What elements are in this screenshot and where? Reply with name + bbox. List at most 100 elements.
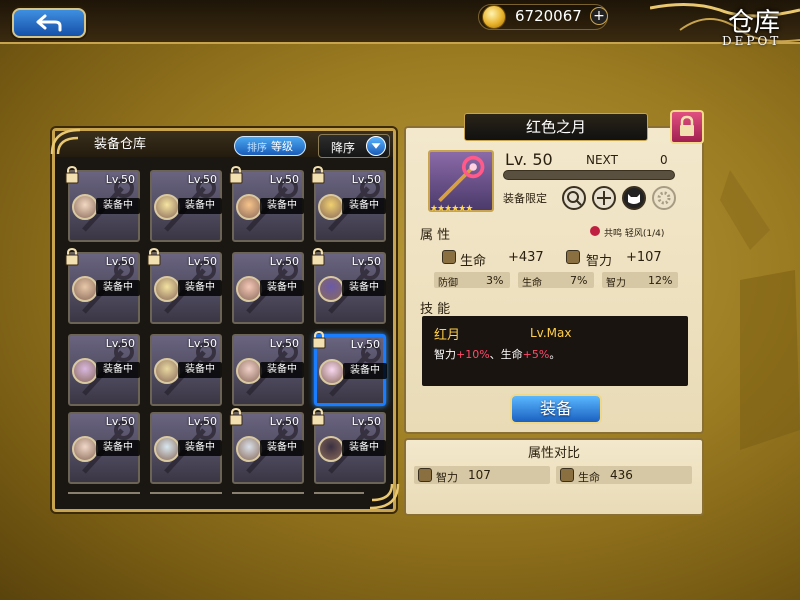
- equipment-slot[interactable]: Lv.50 装备中: [150, 412, 222, 484]
- equipment-slot[interactable]: Lv.50 装备中: [229, 166, 304, 242]
- equipment-slot[interactable]: Lv.50 装备中: [65, 248, 140, 324]
- page-subtitle: DEPOT: [722, 34, 782, 48]
- int-value: +107: [626, 250, 662, 265]
- equipment-slot[interactable]: Lv.50 装备中: [232, 334, 304, 406]
- lock-button[interactable]: [670, 110, 704, 144]
- weapon-icon: [428, 150, 494, 212]
- slot-level: Lv.50: [105, 337, 135, 350]
- back-button[interactable]: [12, 8, 86, 38]
- rarity-stars: ★★★★★★: [430, 204, 473, 214]
- lock-icon: [65, 166, 79, 184]
- equipment-slot[interactable]: Lv.50 装备中: [311, 166, 386, 242]
- equip-button[interactable]: 装备: [510, 394, 602, 424]
- equipped-badge: 装备中: [178, 440, 222, 456]
- lock-icon: [311, 248, 325, 266]
- substat-value: 7%: [570, 274, 588, 287]
- lock-icon: [65, 248, 79, 266]
- character-avatar: [236, 436, 262, 462]
- equipment-slot[interactable]: Lv.50 装备中: [68, 334, 140, 406]
- magnifier-class-icon[interactable]: [562, 186, 586, 210]
- equipment-slot[interactable]: Lv.50 装备中: [312, 331, 387, 406]
- equipped-badge: 装备中: [260, 198, 304, 214]
- lock-icon: [229, 166, 243, 184]
- character-avatar: [154, 436, 180, 462]
- character-avatar: [72, 194, 98, 220]
- gear-class-icon[interactable]: [652, 186, 676, 210]
- character-avatar: [318, 436, 344, 462]
- slot-level: Lv.50: [351, 415, 381, 428]
- hp-label: 生命: [460, 254, 487, 269]
- equipment-slot[interactable]: Lv.50 装备中: [68, 412, 140, 484]
- skill-header: 技 能: [420, 302, 451, 317]
- lock-icon: [229, 408, 243, 426]
- slot-level: Lv.50: [187, 255, 217, 268]
- grid-cell-partial: [68, 492, 140, 498]
- slot-level: Lv.50: [269, 255, 299, 268]
- next-label: NEXT: [586, 153, 618, 167]
- equipped-badge: 装备中: [260, 280, 304, 296]
- character-avatar: [72, 276, 98, 302]
- int-icon: [566, 250, 580, 264]
- character-avatar: [154, 276, 180, 302]
- skill-name: 红月: [434, 328, 461, 343]
- lock-icon: [147, 248, 161, 266]
- cat-class-icon[interactable]: [622, 186, 646, 210]
- equipped-badge: 装备中: [96, 280, 140, 296]
- chevron-down-icon[interactable]: [366, 136, 386, 156]
- character-avatar: [319, 359, 345, 385]
- weapon-level: Lv. 50: [505, 150, 553, 169]
- character-avatar: [236, 194, 262, 220]
- grid-cell-partial: [232, 492, 304, 498]
- equipped-badge: 装备中: [260, 440, 304, 456]
- character-avatar: [72, 358, 98, 384]
- add-coins-button[interactable]: +: [590, 7, 608, 25]
- hp-value: +437: [508, 250, 544, 265]
- slot-level: Lv.50: [187, 415, 217, 428]
- equipped-badge: 装备中: [342, 440, 386, 456]
- substat-value: 12%: [648, 274, 673, 287]
- equipment-slot[interactable]: Lv.50 装备中: [150, 334, 222, 406]
- equipped-badge: 装备中: [96, 198, 140, 214]
- equipped-badge: 装备中: [178, 362, 222, 378]
- equipment-slot[interactable]: Lv.50 装备中: [232, 252, 304, 324]
- sort-button[interactable]: 排序 等级: [234, 136, 306, 156]
- slot-level: Lv.50: [105, 173, 135, 186]
- sort-value: 等级: [271, 140, 293, 153]
- equipment-slot[interactable]: Lv.50 装备中: [150, 170, 222, 242]
- equipped-badge: 装备中: [342, 280, 386, 296]
- lock-icon: [312, 331, 326, 349]
- lock-icon: [311, 166, 325, 184]
- panel-ornament-icon: [50, 128, 81, 155]
- equipment-slot[interactable]: Lv.50 装备中: [229, 408, 304, 484]
- cross-class-icon[interactable]: [592, 186, 616, 210]
- sort-prefix: 排序: [247, 142, 267, 154]
- exp-bar: [503, 170, 675, 180]
- compare-hp-label: 生命: [578, 471, 600, 484]
- slot-level: Lv.50: [187, 173, 217, 186]
- slot-level: Lv.50: [269, 173, 299, 186]
- skill-level: Lv.Max: [530, 326, 572, 340]
- compare-int-value: 107: [468, 468, 491, 482]
- slot-level: Lv.50: [269, 337, 299, 350]
- equipment-slot[interactable]: Lv.50 装备中: [65, 166, 140, 242]
- equipped-badge: 装备中: [178, 198, 222, 214]
- substat-label: 生命: [522, 278, 542, 289]
- equipped-badge: 装备中: [96, 362, 140, 378]
- substat-label: 防御: [438, 278, 458, 289]
- slot-level: Lv.50: [105, 255, 135, 268]
- int-icon: [418, 468, 432, 482]
- attributes-header: 属 性: [420, 228, 451, 243]
- character-avatar: [318, 194, 344, 220]
- compare-int-label: 智力: [436, 471, 458, 484]
- equipment-slot[interactable]: Lv.50 装备中: [311, 408, 386, 484]
- lock-icon: [680, 115, 694, 136]
- equipment-slot[interactable]: Lv.50 装备中: [311, 248, 386, 324]
- equipped-badge: 装备中: [343, 363, 387, 379]
- character-avatar: [154, 194, 180, 220]
- weapon-name: 红色之月: [464, 113, 648, 141]
- equipped-badge: 装备中: [96, 440, 140, 456]
- int-label: 智力: [586, 254, 613, 269]
- equipped-badge: 装备中: [178, 280, 222, 296]
- compare-hp-value: 436: [610, 468, 633, 482]
- equipment-slot[interactable]: Lv.50 装备中: [147, 248, 222, 324]
